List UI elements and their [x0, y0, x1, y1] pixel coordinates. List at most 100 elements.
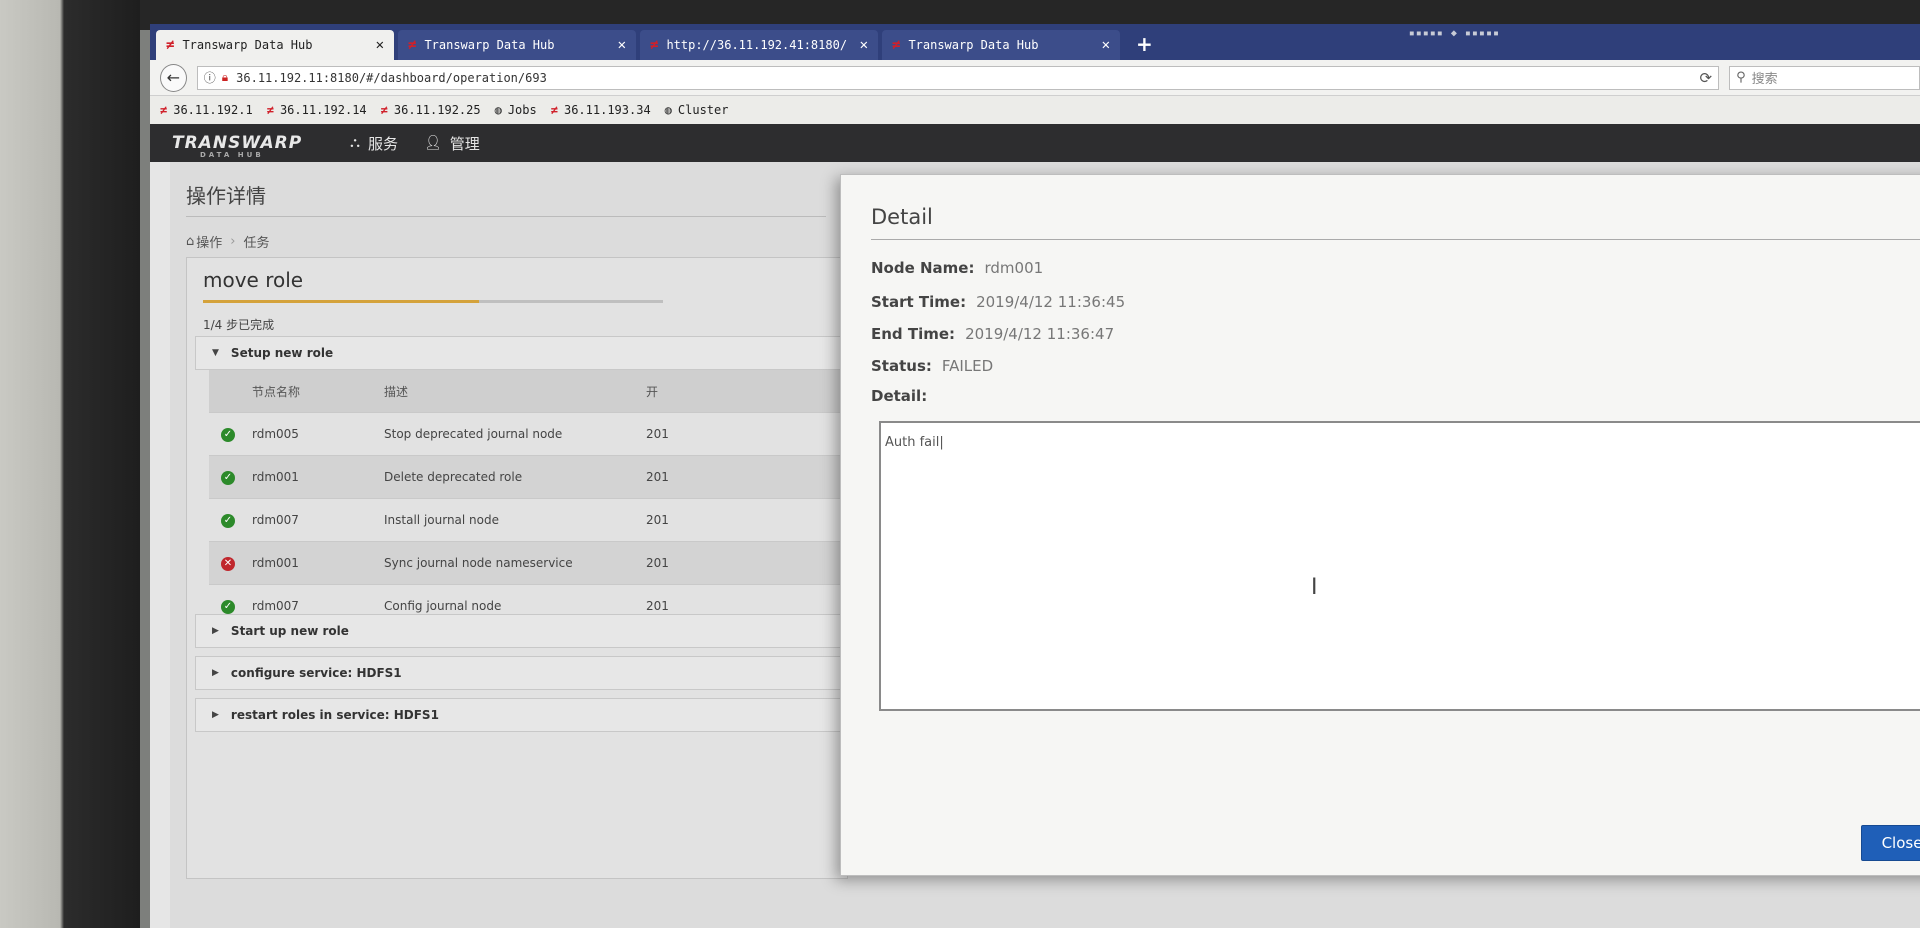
transwarp-icon: ≠: [650, 37, 659, 53]
browser-tab-label: Transwarp Data Hub: [424, 38, 555, 52]
search-box[interactable]: ⚲ 搜索: [1729, 65, 1920, 90]
transwarp-icon: ≠: [550, 103, 558, 117]
nav-services-label: 服务: [367, 134, 398, 153]
section-configure-service[interactable]: ▶ configure service: HDFS1: [195, 656, 845, 690]
transwarp-icon: ≠: [408, 37, 417, 53]
node-name-value: rdm001: [984, 259, 1044, 277]
detail-textarea[interactable]: Auth fail|: [879, 421, 1920, 711]
arrow-left-icon: ←: [166, 68, 181, 87]
end-time-value: 2019/4/12 11:36:47: [965, 325, 1115, 343]
start-time-label: Start Time:: [871, 293, 967, 311]
close-button[interactable]: Close: [1861, 825, 1920, 861]
search-placeholder: 搜索: [1751, 72, 1778, 87]
browser-tab-3[interactable]: ≠ http://36.11.192.41:8180/ ✕: [640, 30, 878, 60]
close-icon[interactable]: ✕: [376, 37, 384, 53]
row-start: 201: [645, 498, 845, 542]
bookmark-item[interactable]: ≠ 36.11.192.25: [381, 103, 481, 117]
search-icon: ⚲: [1736, 70, 1746, 85]
transwarp-icon: ≠: [380, 103, 388, 117]
row-node: rdm001: [251, 541, 383, 585]
transwarp-icon: ≠: [266, 103, 274, 117]
table-row[interactable]: ✕ rdm001 Sync journal node nameservice 2…: [209, 541, 845, 585]
section-label: restart roles in service: HDFS1: [230, 708, 439, 722]
row-description: Delete deprecated role: [383, 455, 645, 499]
bookmark-label: 36.11.192.14: [279, 103, 367, 117]
status-column-header: [209, 370, 251, 413]
progress-text: 1/4 步已完成: [203, 318, 275, 332]
window-grip-icon: ▪▪▪▪▪ ◆ ▪▪▪▪▪: [1408, 28, 1500, 39]
page-title: 操作详情: [186, 184, 266, 208]
row-start: 201: [645, 455, 845, 499]
row-start: 201: [645, 541, 845, 585]
bookmark-label: 36.11.193.34: [563, 103, 651, 117]
status-value: FAILED: [941, 357, 994, 375]
transwarp-icon: ≠: [160, 103, 168, 117]
table-row[interactable]: ✓ rdm005 Stop deprecated journal node 20…: [209, 412, 845, 456]
close-icon[interactable]: ✕: [618, 37, 626, 53]
detail-text: Auth fail: [885, 435, 940, 450]
globe-icon: ◍: [494, 103, 502, 117]
close-icon[interactable]: ✕: [1102, 37, 1110, 53]
logo-text: TRANSWARP: [172, 133, 303, 153]
node-column-header: 节点名称: [251, 370, 383, 413]
row-node: rdm007: [251, 498, 383, 542]
row-node: rdm001: [251, 455, 383, 499]
bookmark-item[interactable]: ≠ 36.11.192.1: [160, 103, 253, 117]
browser-tab-label: Transwarp Data Hub: [908, 38, 1039, 52]
row-description: Stop deprecated journal node: [383, 412, 645, 456]
browser-window: ≠ Transwarp Data Hub ✕ ≠ Transwarp Data …: [150, 24, 1920, 928]
address-bar[interactable]: ⓘ 🔒︎ 36.11.192.11:8180/#/dashboard/opera…: [196, 65, 1720, 90]
breadcrumb-operations[interactable]: 操作: [196, 232, 222, 251]
navigation-bar: ← ⓘ 🔒︎ 36.11.192.11:8180/#/dashboard/ope…: [150, 60, 1920, 96]
bookmark-item[interactable]: ≠ 36.11.193.34: [551, 103, 651, 117]
section-start-up-new-role[interactable]: ▶ Start up new role: [195, 614, 845, 648]
bookmark-label: Cluster: [677, 103, 729, 117]
close-icon[interactable]: ✕: [860, 37, 868, 53]
detail-label: Detail:: [871, 387, 928, 405]
bookmark-item[interactable]: ≠ 36.11.192.14: [267, 103, 367, 117]
bookmark-label: 36.11.192.1: [173, 103, 253, 117]
row-description: Install journal node: [383, 498, 645, 542]
progress-fill: [203, 300, 479, 303]
browser-tab-4[interactable]: ≠ Transwarp Data Hub ✕: [882, 30, 1120, 60]
table-row[interactable]: ✓ rdm001 Delete deprecated role 201: [209, 455, 845, 499]
browser-tab-1[interactable]: ≠ Transwarp Data Hub ✕: [156, 30, 394, 60]
success-check-icon: ✓: [221, 471, 235, 485]
bookmark-label: Jobs: [507, 103, 537, 117]
nav-management[interactable]: 👤︎ 管理: [424, 133, 480, 154]
end-time-field: End Time: 2019/4/12 11:36:47: [871, 325, 1114, 343]
start-time-field: Start Time: 2019/4/12 11:36:45: [871, 293, 1125, 311]
bookmark-item[interactable]: ◍ Jobs: [495, 103, 537, 117]
caret-down-icon: ▼: [212, 348, 219, 358]
back-button[interactable]: ←: [160, 63, 187, 92]
url-text[interactable]: 36.11.192.11:8180/#/dashboard/operation/…: [236, 71, 1699, 85]
table-row[interactable]: ✓ rdm007 Install journal node 201: [209, 498, 845, 542]
browser-tab-2[interactable]: ≠ Transwarp Data Hub ✕: [398, 30, 636, 60]
transwarp-icon: ≠: [892, 37, 901, 53]
bookmarks-bar: ≠ 36.11.192.1 ≠ 36.11.192.14 ≠ 36.11.192…: [150, 96, 1920, 124]
insecure-lock-icon: 🔒︎: [221, 70, 229, 84]
user-icon: 👤︎: [424, 135, 442, 151]
nav-services[interactable]: ⛬ 服务: [350, 133, 398, 154]
tab-bar: ≠ Transwarp Data Hub ✕ ≠ Transwarp Data …: [150, 24, 1920, 60]
start-column-header: 开: [645, 370, 845, 413]
title-divider: [186, 216, 826, 217]
operation-title: move role: [203, 268, 304, 292]
section-setup-new-role[interactable]: ▼ Setup new role: [195, 336, 845, 370]
bookmark-item[interactable]: ◍ Cluster: [665, 103, 729, 117]
reload-icon[interactable]: ⟳: [1700, 69, 1713, 87]
section-label: Setup new role: [230, 346, 334, 360]
success-check-icon: ✓: [221, 428, 235, 442]
success-check-icon: ✓: [221, 514, 235, 528]
info-icon[interactable]: ⓘ: [204, 69, 216, 86]
logo-subtext: DATA HUB: [200, 151, 264, 159]
globe-icon: ◍: [664, 103, 672, 117]
task-table: 节点名称 描述 开 ✓ rdm005 Stop deprecated journ…: [209, 370, 845, 627]
section-label: configure service: HDFS1: [230, 666, 402, 680]
end-time-label: End Time:: [871, 325, 956, 343]
caret-right-icon: ▶: [212, 626, 219, 636]
nav-management-label: 管理: [449, 134, 480, 153]
section-restart-roles[interactable]: ▶ restart roles in service: HDFS1: [195, 698, 845, 732]
transwarp-logo[interactable]: TRANSWARP DATA HUB: [172, 133, 303, 159]
new-tab-button[interactable]: +: [1124, 32, 1165, 60]
